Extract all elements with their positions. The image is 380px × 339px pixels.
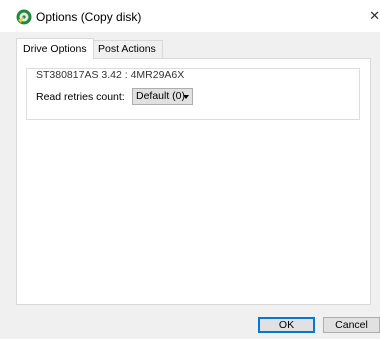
options-dialog: Options (Copy disk) ✕ Drive Options Post…: [0, 0, 380, 339]
window-title: Options (Copy disk): [36, 10, 142, 24]
read-retries-label: Read retries count:: [36, 91, 125, 103]
tab-label: Post Actions: [98, 43, 156, 55]
title-bar: Options (Copy disk) ✕: [0, 0, 380, 32]
read-retries-dropdown[interactable]: Default (0): [132, 88, 193, 105]
tab-label: Drive Options: [23, 43, 87, 55]
drive-options-panel: ST380817AS 3.42 : 4MR29A6X Read retries …: [16, 58, 371, 305]
tab-post-actions[interactable]: Post Actions: [91, 40, 163, 58]
app-disk-icon: [16, 9, 32, 25]
chevron-down-icon: [183, 95, 189, 99]
tab-drive-options[interactable]: Drive Options: [16, 38, 94, 59]
read-retries-value: Default (0): [136, 90, 186, 102]
cancel-button[interactable]: Cancel: [323, 317, 380, 333]
drive-name-label: ST380817AS 3.42 : 4MR29A6X: [36, 69, 185, 81]
close-button[interactable]: ✕: [366, 6, 380, 26]
drive-group: ST380817AS 3.42 : 4MR29A6X Read retries …: [26, 68, 360, 120]
ok-button[interactable]: OK: [258, 317, 315, 333]
